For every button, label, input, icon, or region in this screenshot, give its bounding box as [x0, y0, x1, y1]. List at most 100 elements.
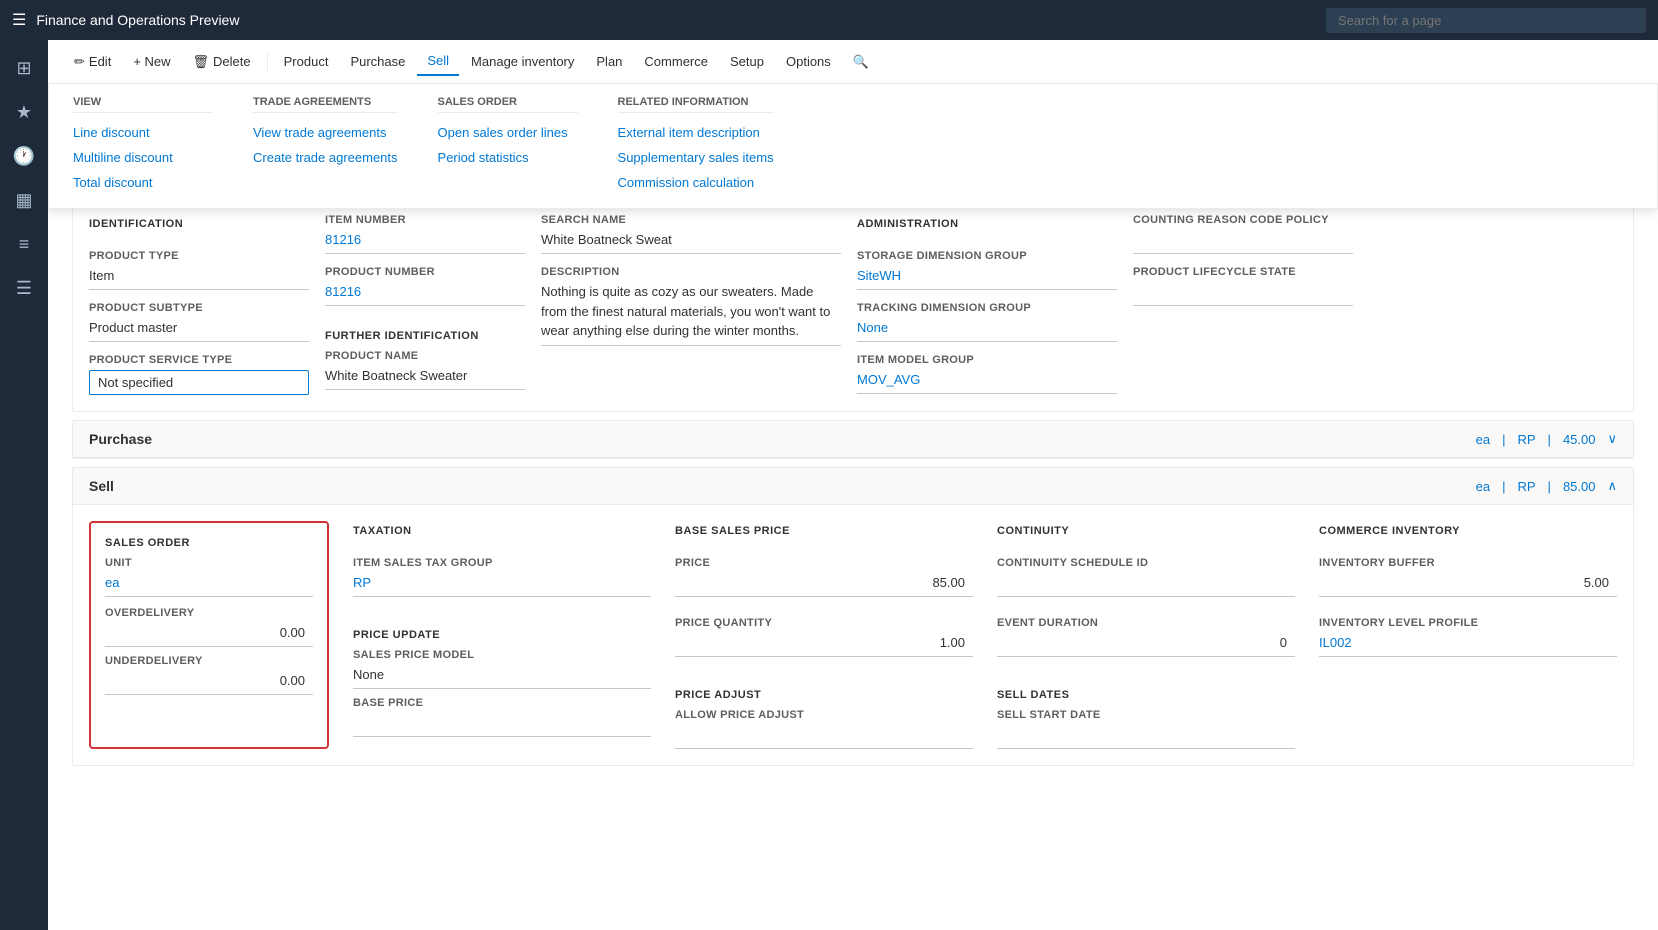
dropdown-group-trade-agreements: Trade agreements View trade agreements C…	[253, 96, 398, 192]
unit-value[interactable]: ea	[105, 573, 313, 597]
item-sales-tax-value[interactable]: RP	[353, 573, 651, 597]
sales-price-model-label: Sales price model	[353, 649, 651, 661]
sell-divider: |	[1502, 479, 1505, 494]
continuity-schedule-label: Continuity schedule ID	[997, 557, 1295, 569]
base-sales-price-title: BASE SALES PRICE	[675, 525, 973, 537]
dropdown-group-title-trade: Trade agreements	[253, 96, 398, 113]
item-model-value[interactable]: MOV_AVG	[857, 370, 1117, 394]
purchase-section-header[interactable]: Purchase ea | RP | 45.00 ∨	[73, 421, 1633, 458]
administration-title: ADMINISTRATION	[857, 218, 1117, 230]
inventory-buffer-value: 5.00	[1319, 573, 1617, 597]
content-area: ✏ Edit + New 🗑 Delete Product Purchase S…	[48, 40, 1658, 930]
item-number-value[interactable]: 81216	[325, 230, 525, 254]
continuity-title: CONTINUITY	[997, 525, 1295, 537]
price-label: Price	[675, 557, 973, 569]
search-col: Search name White Boatneck Sweat Descrip…	[541, 214, 841, 395]
sell-meta-rp: RP	[1517, 479, 1535, 494]
search-name-group: Search name White Boatneck Sweat	[541, 214, 841, 254]
sidebar-list-icon[interactable]: ≡	[4, 224, 44, 264]
base-price-value	[353, 713, 651, 737]
product-type-value: Item	[89, 266, 309, 290]
purchase-button[interactable]: Purchase	[340, 48, 415, 75]
description-group: Description Nothing is quite as cozy as …	[541, 266, 841, 346]
new-button[interactable]: + New	[123, 48, 180, 75]
edit-icon: ✏	[74, 54, 85, 70]
inventory-level-profile-value[interactable]: IL002	[1319, 633, 1617, 657]
options-button[interactable]: Options	[776, 48, 841, 75]
allow-price-adjust-group: Allow price adjust	[675, 709, 973, 749]
sell-section-body: SALES ORDER Unit ea Overdelivery 0.00 Un…	[73, 505, 1633, 765]
description-label: Description	[541, 266, 841, 278]
dropdown-item-line-discount[interactable]: Line discount	[73, 123, 213, 142]
storage-dimension-value[interactable]: SiteWH	[857, 266, 1117, 290]
dropdown-item-period-statistics[interactable]: Period statistics	[438, 148, 578, 167]
sales-order-title: SALES ORDER	[105, 537, 313, 549]
tracking-dimension-label: Tracking dimension group	[857, 302, 1117, 314]
purchase-chevron-icon: ∨	[1607, 431, 1617, 447]
search-name-label: Search name	[541, 214, 841, 226]
base-sales-price-col: BASE SALES PRICE Price 85.00 Price quant…	[675, 521, 973, 749]
dropdown-item-open-sales-order-lines[interactable]: Open sales order lines	[438, 123, 578, 142]
taxation-title: TAXATION	[353, 525, 651, 537]
sidebar-home-icon[interactable]: ⊞	[4, 48, 44, 88]
plan-button[interactable]: Plan	[586, 48, 632, 75]
underdelivery-value: 0.00	[105, 671, 313, 695]
dropdown-item-multiline-discount[interactable]: Multiline discount	[73, 148, 213, 167]
taxation-col: TAXATION Item sales tax group RP PRICE U…	[353, 521, 651, 749]
product-lifecycle-label: Product lifecycle state	[1133, 266, 1353, 278]
price-quantity-group: Price quantity 1.00	[675, 617, 973, 657]
continuity-schedule-value	[997, 573, 1295, 597]
delete-button[interactable]: 🗑 Delete	[183, 48, 261, 76]
product-service-type-value[interactable]: Not specified	[89, 370, 309, 395]
tracking-dimension-value[interactable]: None	[857, 318, 1117, 342]
edit-button[interactable]: ✏ Edit	[64, 48, 121, 76]
storage-dimension-label: Storage dimension group	[857, 250, 1117, 262]
dropdown-group-view: View Line discount Multiline discount To…	[73, 96, 213, 192]
page-content: ⚗ Released product details 81216 : White…	[48, 84, 1658, 930]
item-sales-tax-group: Item sales tax group RP	[353, 557, 651, 597]
counting-col: Counting reason code policy Product life…	[1133, 214, 1353, 395]
counting-reason-group: Counting reason code policy	[1133, 214, 1353, 254]
item-sales-tax-label: Item sales tax group	[353, 557, 651, 569]
identification-title: IDENTIFICATION	[89, 218, 309, 230]
administration-col: ADMINISTRATION Storage dimension group S…	[857, 214, 1117, 395]
product-number-value[interactable]: 81216	[325, 282, 525, 306]
dropdown-item-create-trade-agreements[interactable]: Create trade agreements	[253, 148, 398, 167]
dropdown-item-commission-calculation[interactable]: Commission calculation	[618, 173, 774, 192]
global-search-input[interactable]	[1326, 8, 1646, 33]
sell-button[interactable]: Sell	[417, 47, 459, 76]
manage-inventory-button[interactable]: Manage inventory	[461, 48, 584, 75]
price-quantity-label: Price quantity	[675, 617, 973, 629]
sidebar-recent-icon[interactable]: 🕐	[4, 136, 44, 176]
hamburger-icon[interactable]: ☰	[12, 10, 26, 30]
dropdown-item-external-item-description[interactable]: External item description	[618, 123, 774, 142]
price-update-title: PRICE UPDATE	[353, 629, 651, 641]
dropdown-item-view-trade-agreements[interactable]: View trade agreements	[253, 123, 398, 142]
commerce-inventory-title: COMMERCE INVENTORY	[1319, 525, 1617, 537]
sales-order-box: SALES ORDER Unit ea Overdelivery 0.00 Un…	[89, 521, 329, 749]
continuity-schedule-group: Continuity schedule ID	[997, 557, 1295, 597]
sell-section-title: Sell	[89, 478, 114, 494]
dropdown-item-total-discount[interactable]: Total discount	[73, 173, 213, 192]
command-bar: ✏ Edit + New 🗑 Delete Product Purchase S…	[48, 40, 1658, 84]
sell-meta-price: 85.00	[1563, 479, 1596, 494]
sidebar-favorites-icon[interactable]: ★	[4, 92, 44, 132]
dropdown-item-supplementary-sales-items[interactable]: Supplementary sales items	[618, 148, 774, 167]
sell-start-date-label: Sell start date	[997, 709, 1295, 721]
tracking-dimension-group: Tracking dimension group None	[857, 302, 1117, 342]
purchase-section-meta: ea | RP | 45.00 ∨	[1476, 431, 1617, 447]
commerce-inventory-col: COMMERCE INVENTORY Inventory buffer 5.00…	[1319, 521, 1617, 749]
sell-start-date-group: Sell start date	[997, 709, 1295, 749]
setup-button[interactable]: Setup	[720, 48, 774, 75]
search-button[interactable]: 🔍	[843, 48, 879, 76]
sidebar-workspace-icon[interactable]: ▦	[4, 180, 44, 220]
sell-meta-ea: ea	[1476, 479, 1490, 494]
counting-reason-label: Counting reason code policy	[1133, 214, 1353, 226]
product-button[interactable]: Product	[274, 48, 339, 75]
product-type-group: Product type Item	[89, 250, 309, 290]
sidebar-menu-icon[interactable]: ☰	[4, 268, 44, 308]
sales-price-model-group: Sales price model None	[353, 649, 651, 689]
commerce-button[interactable]: Commerce	[634, 48, 718, 75]
sell-section-header[interactable]: Sell ea | RP | 85.00 ∧	[73, 468, 1633, 505]
sell-section-meta: ea | RP | 85.00 ∧	[1476, 478, 1617, 494]
